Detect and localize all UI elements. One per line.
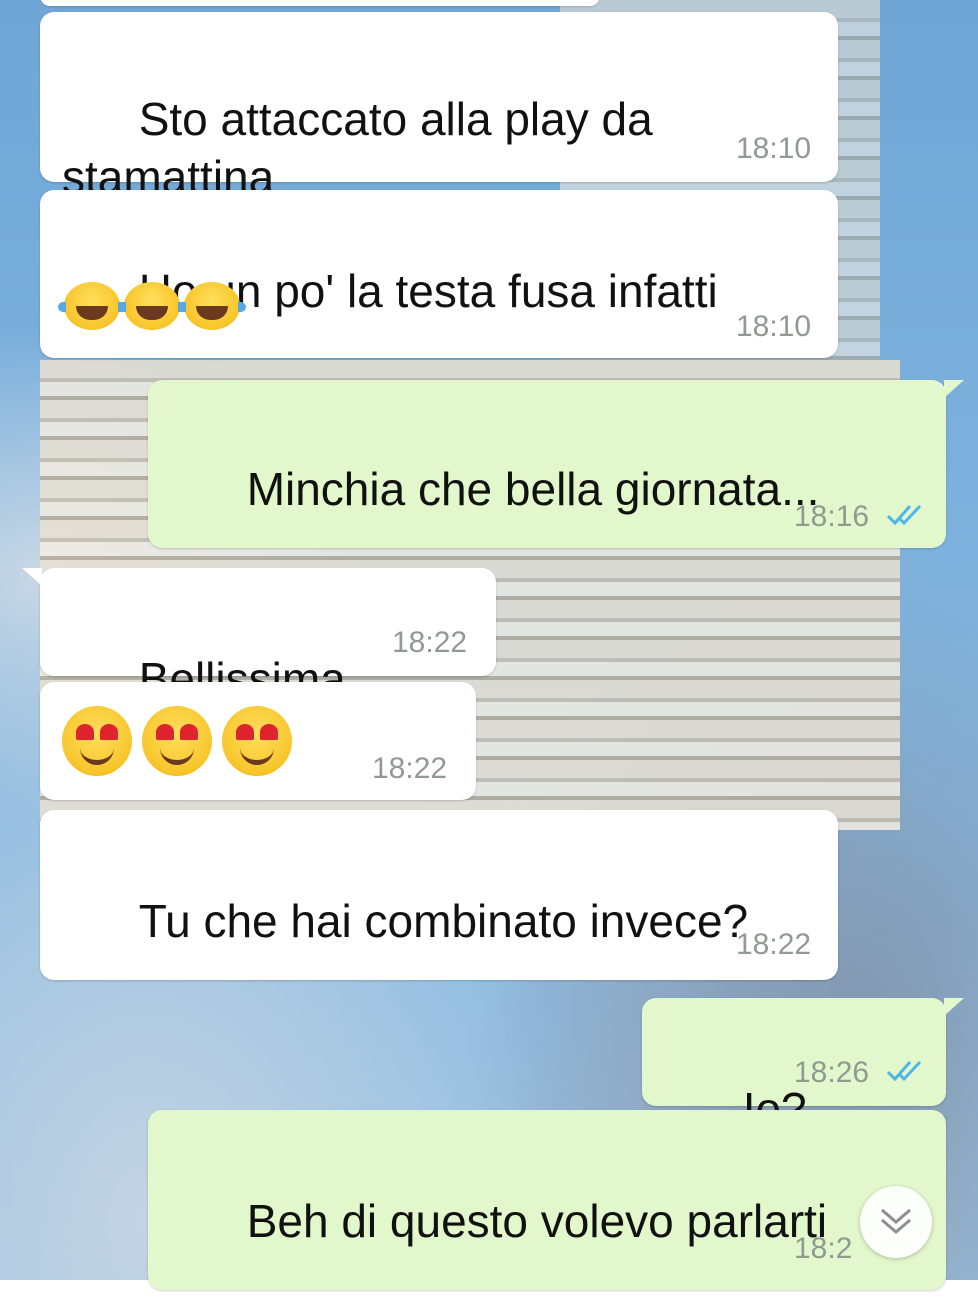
incoming-message[interactable]: Sto attaccato alla play da stamattina 18… [40, 12, 838, 263]
message-text: Tu che hai combinato invece? [138, 895, 749, 947]
message-timestamp: 18:10 [736, 132, 812, 165]
tears-of-joy-emoji-icon [118, 282, 186, 330]
incoming-message[interactable]: Bellissima 18:22 [22, 568, 496, 705]
message-timestamp: 18:26 [794, 1056, 870, 1089]
outgoing-message[interactable]: Io? 18:26 [642, 998, 964, 1135]
read-receipt-icon [886, 1060, 922, 1082]
read-receipt-icon [886, 504, 922, 526]
outgoing-message[interactable]: Beh di questo volevo parlarti 18:2 [148, 1110, 946, 1290]
incoming-message[interactable]: Tu che hai combinato invece? 18:22 [40, 810, 838, 980]
double-chevron-down-icon [881, 1208, 911, 1234]
incoming-message[interactable]: Ho un po' la testa fusa infatti 18:10 [40, 190, 838, 358]
message-timestamp: 18:2 [794, 1232, 853, 1265]
message-timestamp: 18:22 [736, 928, 812, 961]
message-list[interactable]: Sto attaccato alla play da stamattina 18… [0, 0, 978, 1290]
message-timestamp: 18:22 [392, 626, 468, 659]
incoming-message[interactable]: 18:22 [40, 682, 476, 800]
heart-eyes-emoji-icon [142, 706, 212, 776]
tears-of-joy-emoji-icon [178, 282, 246, 330]
message-text: Minchia che bella giornata... [246, 463, 820, 515]
message-timestamp: 18:22 [372, 752, 448, 785]
scroll-to-bottom-button[interactable] [860, 1186, 932, 1258]
message-timestamp: 18:16 [794, 500, 870, 533]
message-text: Sto attaccato alla play da stamattina [62, 93, 653, 203]
message-text: Beh di questo volevo parlarti [246, 1195, 828, 1247]
previous-message-edge [40, 0, 600, 6]
heart-eyes-emoji-icon [62, 706, 132, 776]
outgoing-message[interactable]: Minchia che bella giornata... 18:16 [148, 380, 964, 548]
tears-of-joy-emoji-icon [58, 282, 126, 330]
heart-eyes-emoji-icon [222, 706, 292, 776]
message-timestamp: 18:10 [736, 310, 812, 343]
